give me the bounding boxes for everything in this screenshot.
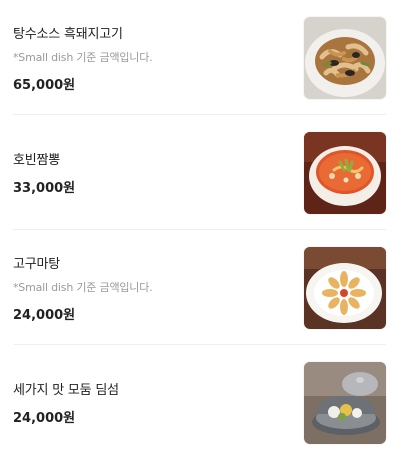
menu-item-price: 24,000원: [13, 411, 76, 426]
menu-item-info: 호빈짬뽕 33,000원: [13, 149, 75, 196]
menu-item-image[interactable]: [304, 131, 386, 214]
menu-item-image[interactable]: [304, 361, 386, 444]
menu-item-name: 탕수소스 흑돼지고기: [13, 26, 123, 42]
menu-list: 탕수소스 흑돼지고기 *Small dish 기준 금액입니다. 65,000원…: [0, 0, 400, 460]
menu-item-note: *Small dish 기준 금액입니다.: [13, 280, 153, 294]
menu-item[interactable]: 호빈짬뽕 33,000원: [0, 115, 400, 230]
menu-item-info: 고구마탕 *Small dish 기준 금액입니다. 24,000원: [13, 253, 153, 323]
menu-item[interactable]: 탕수소스 흑돼지고기 *Small dish 기준 금액입니다. 65,000원: [0, 0, 400, 115]
menu-item-name: 세가지 맛 모둠 딤섬: [13, 383, 119, 398]
menu-item-price: 65,000원: [13, 77, 76, 93]
menu-item-name: 고구마탕: [13, 256, 61, 272]
menu-item-info: 세가지 맛 모둠 딤섬 24,000원: [13, 379, 119, 426]
menu-item-note: *Small dish 기준 금액입니다.: [13, 50, 153, 64]
menu-item-image[interactable]: [304, 246, 386, 329]
menu-item-info: 탕수소스 흑돼지고기 *Small dish 기준 금액입니다. 65,000원: [13, 23, 153, 93]
menu-item-price: 33,000원: [13, 181, 76, 196]
menu-item[interactable]: 세가지 맛 모둠 딤섬 24,000원: [0, 345, 400, 460]
menu-item-name: 호빈짬뽕: [13, 153, 61, 168]
menu-item-image[interactable]: [304, 16, 386, 99]
menu-item-price: 24,000원: [13, 307, 76, 323]
menu-item[interactable]: 고구마탕 *Small dish 기준 금액입니다. 24,000원: [0, 230, 400, 345]
